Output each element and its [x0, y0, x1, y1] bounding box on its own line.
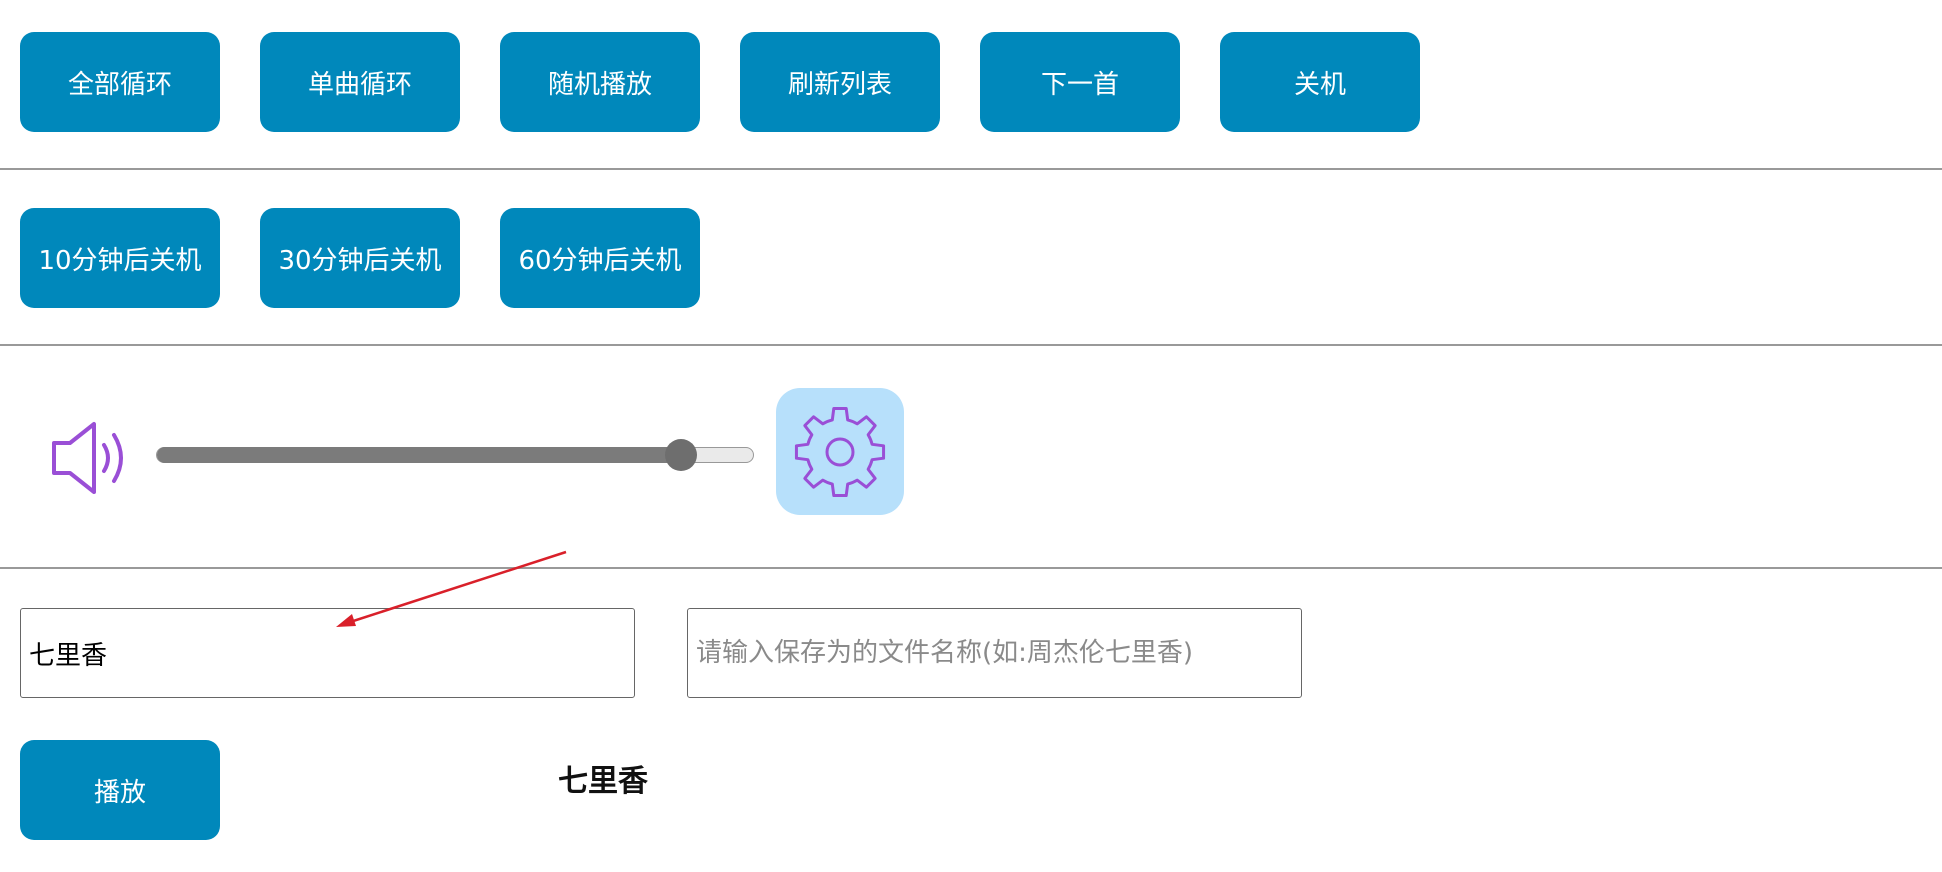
next-track-button[interactable]: 下一首 — [980, 32, 1180, 132]
divider — [0, 168, 1942, 170]
divider — [0, 567, 1942, 569]
divider — [0, 344, 1942, 346]
shuffle-button[interactable]: 随机播放 — [500, 32, 700, 132]
now-playing-title: 七里香 — [558, 764, 648, 799]
loop-all-button[interactable]: 全部循环 — [20, 32, 220, 132]
shutdown-30min-button[interactable]: 30分钟后关机 — [260, 208, 460, 308]
gear-icon — [794, 406, 886, 497]
volume-slider[interactable] — [156, 439, 754, 471]
loop-one-button[interactable]: 单曲循环 — [260, 32, 460, 132]
volume-slider-thumb[interactable] — [665, 439, 697, 471]
play-button[interactable]: 播放 — [20, 740, 220, 840]
speaker-icon[interactable] — [46, 418, 132, 498]
annotation-arrow — [336, 550, 567, 627]
shutdown-button[interactable]: 关机 — [1220, 32, 1420, 132]
volume-slider-fill — [157, 447, 681, 463]
settings-button[interactable] — [776, 388, 904, 515]
shutdown-60min-button[interactable]: 60分钟后关机 — [500, 208, 700, 308]
refresh-list-button[interactable]: 刷新列表 — [740, 32, 940, 132]
shutdown-10min-button[interactable]: 10分钟后关机 — [20, 208, 220, 308]
save-filename-input[interactable] — [687, 608, 1302, 698]
